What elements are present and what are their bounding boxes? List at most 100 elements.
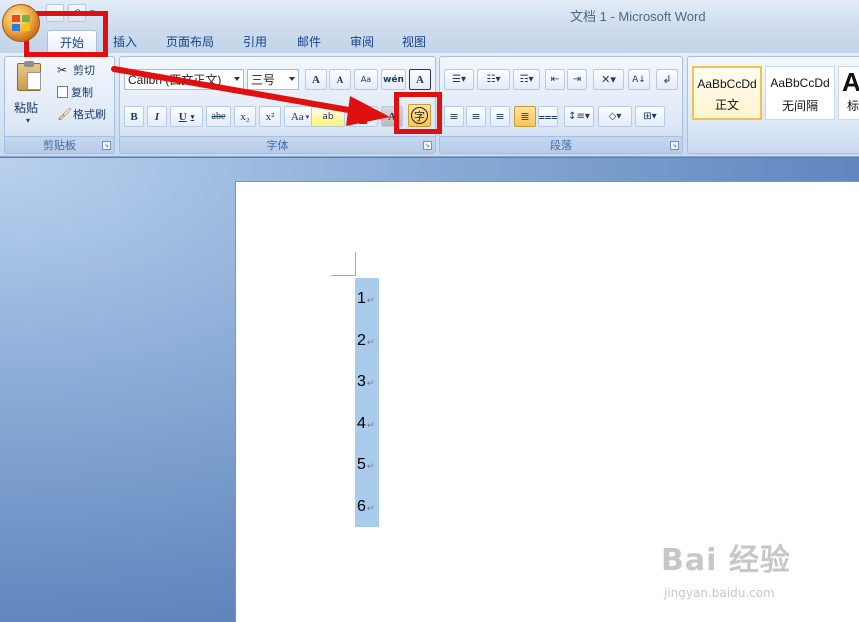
document-line[interactable]: 6↵ (357, 498, 374, 516)
show-marks-button[interactable]: ↲ (656, 69, 678, 90)
decrease-indent-button[interactable]: ⇤ (545, 69, 565, 90)
format-painter-button[interactable]: 🖌 格式刷 (57, 106, 106, 122)
watermark: Bai 经验 jingyan.baidu.com (661, 535, 791, 600)
margin-corner-mark (355, 252, 356, 276)
office-button[interactable] (2, 4, 40, 42)
grow-font-icon: A (312, 73, 320, 86)
office-logo-icon (12, 15, 32, 33)
line-text: 1 (357, 290, 366, 307)
window-title: 文档 1 - Microsoft Word (570, 9, 706, 24)
sort-button[interactable]: A↓ (628, 69, 650, 90)
font-size-select[interactable]: 三号 (247, 69, 299, 90)
style-heading[interactable]: A 标 (838, 66, 859, 120)
align-right-icon: ≡ (495, 110, 505, 123)
tab-review[interactable]: 审阅 (340, 30, 384, 53)
document-line[interactable]: 3↵ (357, 373, 374, 391)
document-line[interactable]: 2↵ (357, 332, 374, 350)
char-border-icon: A (416, 73, 424, 86)
font-group-label: 字体 (120, 136, 435, 153)
highlight-button[interactable]: ab (311, 106, 345, 127)
font-name-select[interactable]: Calibri (西文正文) (124, 69, 244, 90)
text-selection[interactable] (355, 278, 379, 527)
paragraph-mark-icon: ↲ (662, 73, 672, 86)
clear-format-button[interactable]: Aa (354, 69, 378, 90)
chevron-down-icon (289, 77, 295, 81)
align-left-icon: ≡ (449, 110, 459, 123)
font-launcher-icon[interactable]: ↘ (423, 141, 432, 150)
chinese-layout-icon: ✕▾ (601, 73, 616, 86)
chinese-layout-button[interactable]: ✕▾ (593, 69, 624, 90)
align-center-button[interactable]: ≡ (466, 106, 486, 127)
underline-button[interactable]: U ▾ (170, 106, 203, 127)
font-color-button[interactable]: A (348, 106, 378, 127)
align-left-button[interactable]: ≡ (444, 106, 464, 127)
line-text: 2 (357, 332, 366, 349)
justify-icon: ≣ (520, 110, 530, 123)
shrink-font-icon: A (336, 74, 344, 85)
style-name: 标 (847, 99, 859, 113)
grow-font-button[interactable]: A (305, 69, 327, 90)
borders-button[interactable]: ⊞▾ (635, 106, 665, 127)
bullets-button[interactable]: ☰▾ (444, 69, 474, 90)
document-line[interactable]: 5↵ (357, 456, 374, 474)
subscript-button[interactable]: x₂ (234, 106, 256, 127)
char-border-button[interactable]: A (409, 69, 431, 90)
font-color-icon: A (359, 109, 367, 124)
phonetic-guide-button[interactable]: wén (381, 69, 406, 90)
tab-page-layout[interactable]: 页面布局 (157, 30, 223, 53)
title-bar: ▪ ↶ ▾ 文档 1 - Microsoft Word (0, 0, 859, 27)
borders-icon: ⊞▾ (643, 111, 657, 122)
clipboard-group-label: 剪贴板 (5, 136, 114, 153)
italic-icon: I (154, 110, 160, 123)
numbering-button[interactable]: ☷▾ (477, 69, 510, 90)
align-right-button[interactable]: ≡ (490, 106, 510, 127)
watermark-url: jingyan.baidu.com (664, 586, 775, 600)
document-line[interactable]: 1↵ (357, 290, 374, 308)
copy-button[interactable]: 复制 (57, 84, 93, 100)
paragraph-mark-icon: ↵ (366, 420, 375, 430)
chevron-down-icon: ▾ (190, 112, 195, 121)
style-name: 正文 (714, 98, 739, 112)
paste-label: 粘贴 (14, 101, 39, 115)
style-sample: AaBbCcDd (770, 76, 830, 90)
justify-button[interactable]: ≣ (514, 106, 536, 127)
paragraph-mark-icon: ↵ (366, 337, 375, 347)
line-text: 4 (357, 415, 366, 432)
cut-button[interactable]: ✂ 剪切 (57, 62, 95, 78)
chevron-down-icon: ▾ (305, 112, 310, 121)
superscript-button[interactable]: x² (259, 106, 281, 127)
paragraph-shading-button[interactable]: ◇▾ (598, 106, 632, 127)
multilevel-list-button[interactable]: ☶▾ (513, 69, 540, 90)
tab-insert[interactable]: 插入 (103, 30, 147, 53)
clipboard-launcher-icon[interactable]: ↘ (102, 141, 111, 150)
increase-indent-icon: ⇥ (572, 74, 582, 85)
increase-indent-button[interactable]: ⇥ (567, 69, 587, 90)
change-case-icon: Aa (290, 110, 304, 123)
annotation-box-enclose-button (394, 92, 442, 134)
style-no-spacing[interactable]: AaBbCcDd 无间隔 (765, 66, 835, 120)
line-spacing-button[interactable]: ↕≡▾ (564, 106, 594, 127)
ribbon-tabs: 开始 插入 页面布局 引用 邮件 审阅 视图 (0, 27, 859, 53)
distributed-button[interactable]: ⩶ (538, 106, 558, 127)
paragraph-launcher-icon[interactable]: ↘ (670, 141, 679, 150)
strikethrough-icon: abe (211, 111, 226, 122)
italic-button[interactable]: I (147, 106, 167, 127)
superscript-icon: x² (265, 110, 275, 123)
underline-icon: U (178, 110, 187, 123)
font-group: Calibri (西文正文) 三号 A A Aa wén A B I U ▾ ab… (119, 56, 436, 154)
shrink-font-button[interactable]: A (329, 69, 351, 90)
tab-references[interactable]: 引用 (233, 30, 277, 53)
paragraph-group: ☰▾ ☷▾ ☶▾ ⇤ ⇥ ✕▾ A↓ ↲ ≡ ≡ ≡ ≣ ⩶ ↕≡▾ ◇▾ ⊞▾… (439, 56, 683, 154)
line-text: 5 (357, 456, 366, 473)
strikethrough-button[interactable]: abe (206, 106, 231, 127)
tab-view[interactable]: 视图 (392, 30, 436, 53)
align-center-icon: ≡ (471, 110, 481, 123)
tab-mailings[interactable]: 邮件 (287, 30, 331, 53)
bold-button[interactable]: B (124, 106, 144, 127)
distributed-icon: ⩶ (538, 109, 558, 123)
chevron-down-icon: ▾ (26, 116, 31, 125)
style-normal[interactable]: AaBbCcDd 正文 (692, 66, 762, 120)
document-line[interactable]: 4↵ (357, 415, 374, 433)
paint-bucket-icon: ◇▾ (608, 111, 622, 122)
paste-button[interactable]: 粘贴 ▾ (12, 61, 46, 131)
